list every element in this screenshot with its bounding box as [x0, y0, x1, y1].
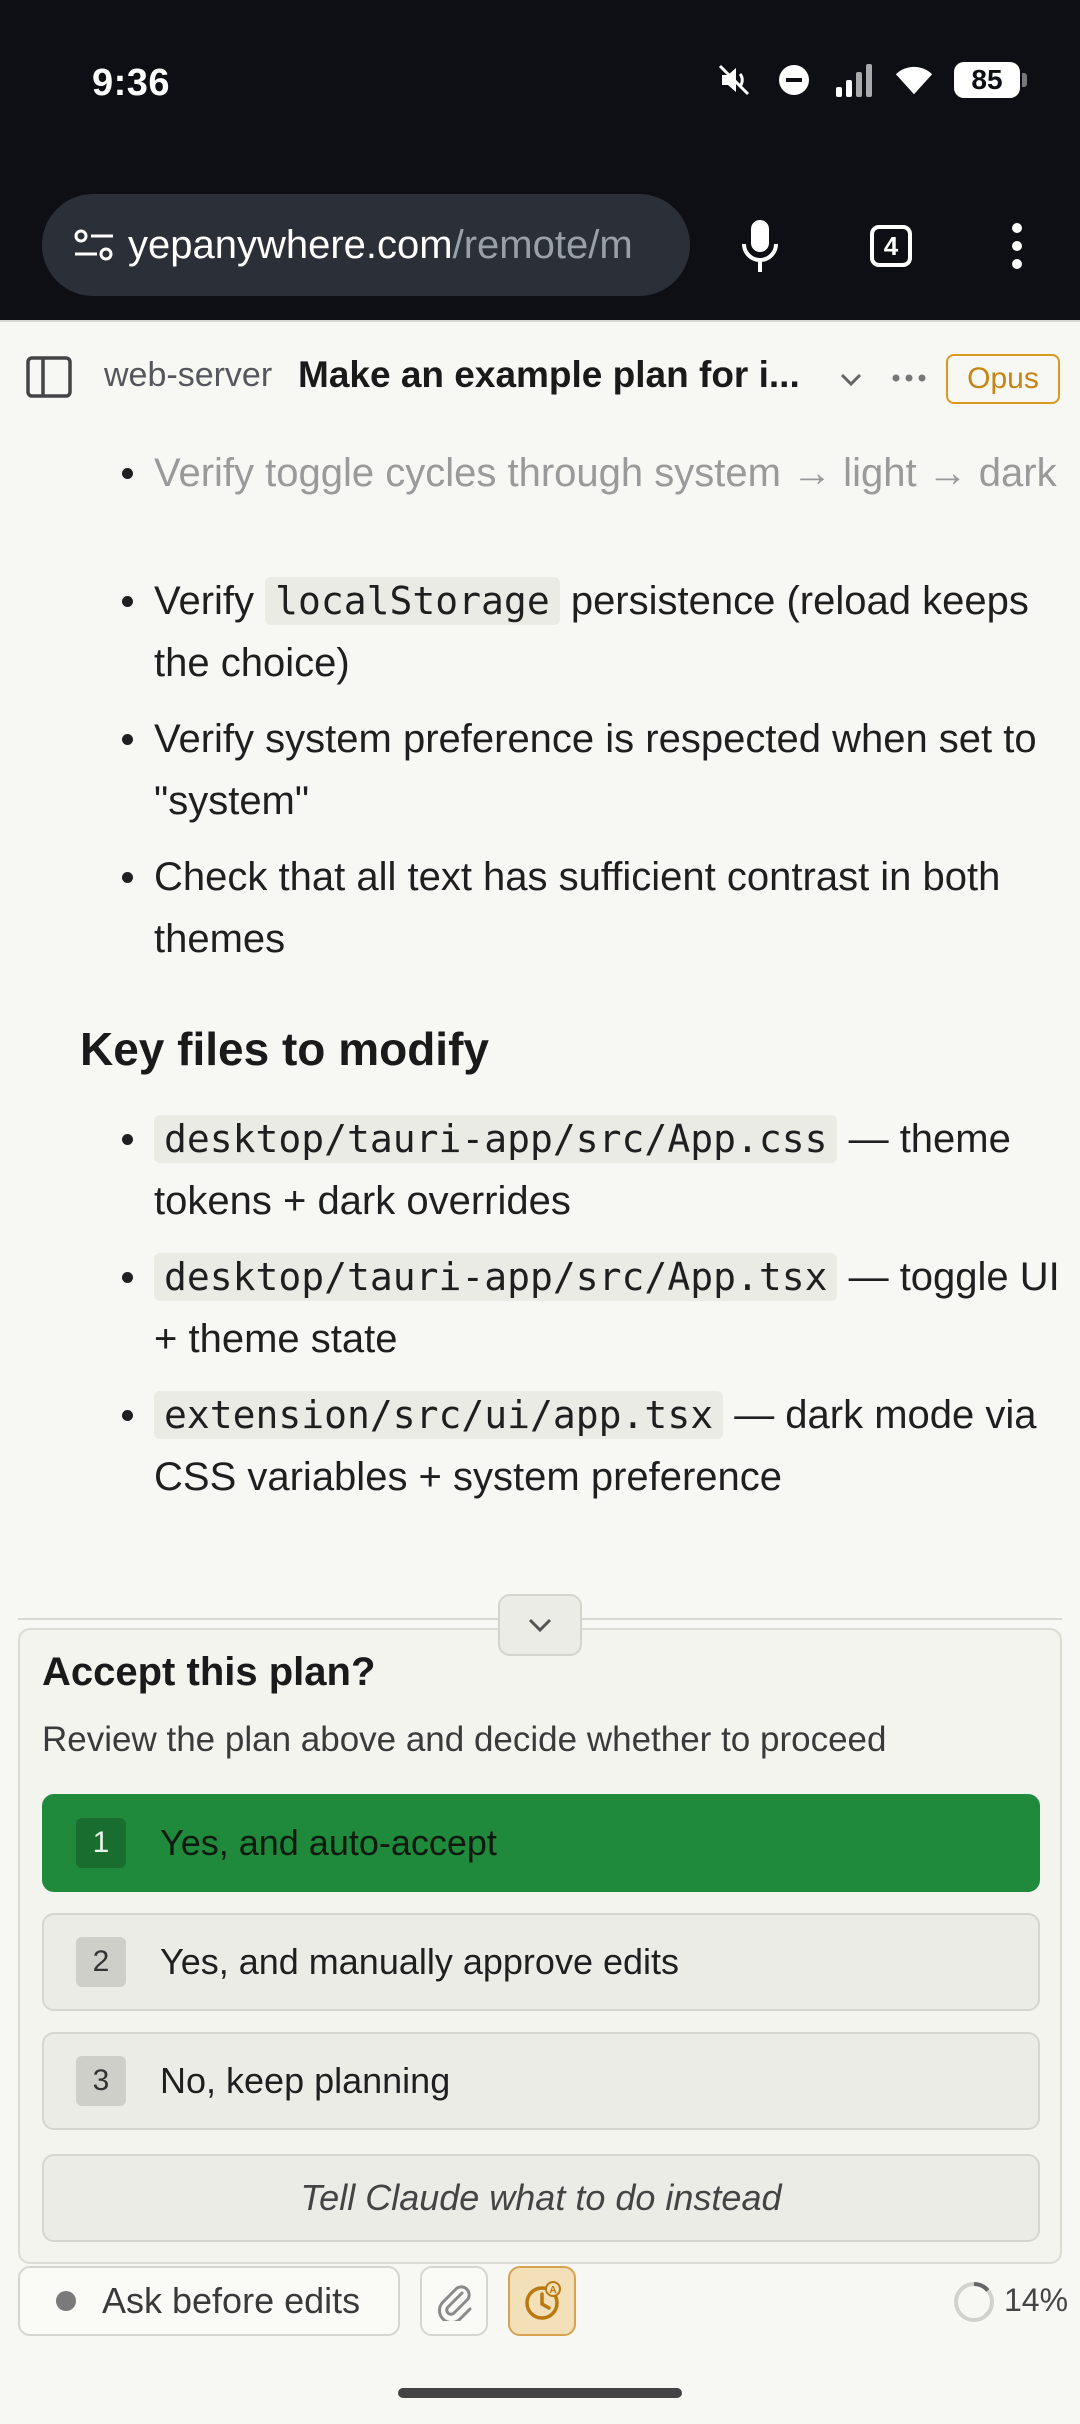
option-number: 1: [76, 1818, 126, 1868]
url-host: yepanywhere.com: [128, 222, 453, 267]
session-menu-icon[interactable]: [890, 360, 928, 396]
file-path: extension/src/ui/app.tsx: [154, 1391, 724, 1439]
home-indicator[interactable]: [398, 2388, 682, 2398]
wifi-icon: [894, 60, 934, 100]
list-item: desktop/tauri-app/src/App.css — theme to…: [122, 1108, 1064, 1232]
clock-auto-icon: A: [525, 2281, 561, 2320]
url-text: yepanywhere.com/remote/m: [128, 223, 633, 268]
collapse-panel-button[interactable]: [498, 1594, 582, 1656]
do-not-disturb-icon: [774, 60, 814, 100]
list-item: Verify toggle cycles through system → li…: [122, 442, 1064, 504]
permission-mode-button[interactable]: Ask before edits: [18, 2266, 400, 2336]
list-item: Verify system preference is respected wh…: [122, 708, 1064, 832]
session-header: web-server Make an example plan for i...…: [0, 320, 1080, 432]
plan-approval-panel: Accept this plan? Review the plan above …: [18, 1628, 1062, 2264]
option-manual-approve[interactable]: 2 Yes, and manually approve edits: [42, 1913, 1040, 2011]
list-item-text: Check that all text has sufficient contr…: [154, 855, 1001, 961]
tell-claude-placeholder: Tell Claude what to do instead: [300, 2177, 782, 2218]
auto-schedule-button[interactable]: A: [508, 2266, 576, 2336]
context-usage-ring-icon: [954, 2281, 994, 2322]
tell-claude-input[interactable]: Tell Claude what to do instead: [42, 2154, 1040, 2242]
site-settings-icon[interactable]: [64, 215, 124, 275]
model-badge[interactable]: Opus: [946, 354, 1060, 404]
address-bar[interactable]: yepanywhere.com/remote/m: [42, 194, 690, 296]
mute-icon: [714, 60, 754, 100]
chevron-down-icon: [528, 1618, 552, 1633]
signal-icon: [834, 60, 874, 100]
option-label: Yes, and auto-accept: [160, 1822, 497, 1863]
microphone-icon[interactable]: [720, 206, 800, 286]
list-item-text: Verify system preference is respected wh…: [154, 717, 1037, 823]
option-number: 3: [76, 2056, 126, 2106]
url-path: /remote/m: [452, 222, 633, 267]
mode-label: Ask before edits: [102, 2280, 361, 2321]
plan-content: Verify toggle cycles through system → li…: [0, 432, 1080, 1612]
list-item: Check that all text has sufficient contr…: [122, 846, 1064, 970]
status-bar: 9:36 85: [0, 0, 1080, 170]
file-path: desktop/tauri-app/src/App.css: [154, 1115, 838, 1163]
sidebar-toggle-icon[interactable]: [24, 352, 74, 402]
more-menu-icon[interactable]: [977, 206, 1057, 286]
svg-text:A: A: [549, 2285, 556, 2296]
list-item: Verify localStorage persistence (reload …: [122, 570, 1064, 694]
chevron-down-icon[interactable]: [834, 362, 868, 396]
section-heading: Key files to modify: [80, 1023, 489, 1075]
project-name[interactable]: web-server: [104, 356, 272, 395]
session-title[interactable]: Make an example plan for i...: [298, 354, 808, 396]
battery-icon: 85: [954, 62, 1027, 98]
option-label: Yes, and manually approve edits: [160, 1941, 680, 1982]
file-path: desktop/tauri-app/src/App.tsx: [154, 1253, 838, 1301]
list-item: desktop/tauri-app/src/App.tsx — toggle U…: [122, 1246, 1064, 1370]
list-item-text: Verify toggle cycles through system → li…: [154, 451, 1057, 495]
status-icons: 85: [714, 60, 1027, 100]
option-number: 2: [76, 1937, 126, 1987]
browser-toolbar: yepanywhere.com/remote/m 4: [0, 170, 1080, 320]
paperclip-icon: [438, 2285, 472, 2321]
option-auto-accept[interactable]: 1 Yes, and auto-accept: [42, 1794, 1040, 1892]
list-item: extension/src/ui/app.tsx — dark mode via…: [122, 1384, 1064, 1508]
option-keep-planning[interactable]: 3 No, keep planning: [42, 2032, 1040, 2130]
inline-code: localStorage: [265, 577, 560, 625]
option-label: No, keep planning: [160, 2060, 451, 2101]
tab-count: 4: [870, 225, 912, 267]
panel-description: Review the plan above and decide whether…: [42, 1720, 887, 1759]
list-item-text: Verify: [154, 579, 266, 623]
panel-title: Accept this plan?: [42, 1650, 376, 1694]
mode-status-dot: [56, 2291, 76, 2311]
tab-switcher-button[interactable]: 4: [851, 206, 931, 286]
attach-button[interactable]: [420, 2266, 488, 2336]
context-usage-percent: 14%: [1004, 2282, 1069, 2318]
status-time: 9:36: [92, 62, 171, 104]
